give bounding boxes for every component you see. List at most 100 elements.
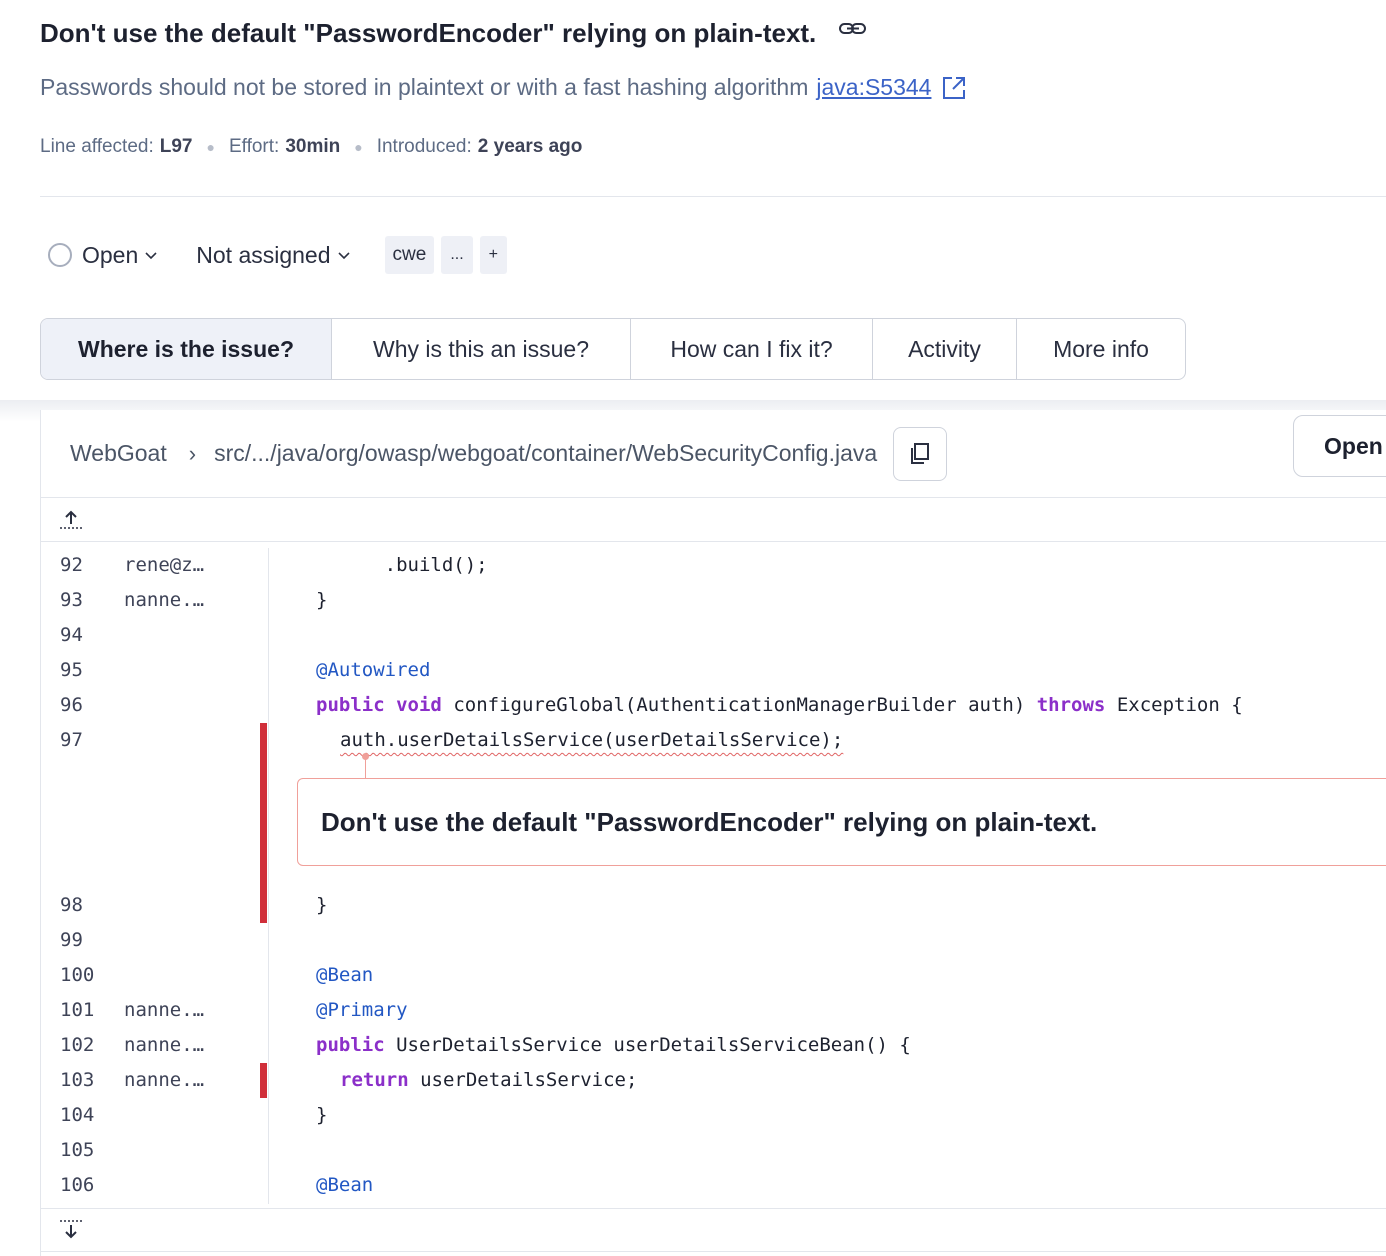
code-line: 94: [41, 618, 1386, 653]
assignee-label: Not assigned: [196, 241, 331, 268]
code-line: 99: [41, 923, 1386, 958]
blame-author[interactable]: nanne.…: [124, 583, 204, 618]
keyword: return: [340, 1069, 409, 1091]
inline-issue-message[interactable]: Don't use the default "PasswordEncoder" …: [297, 778, 1386, 866]
code-text: @Bean: [316, 964, 374, 986]
blame-author[interactable]: nanne.…: [124, 993, 204, 1028]
code-fragment: Exception {: [1116, 694, 1243, 716]
expand-up-icon: [60, 510, 82, 529]
line-number: 92: [60, 554, 83, 576]
tab-why-is-this-an-issue[interactable]: Why is this an issue?: [332, 319, 631, 379]
code-text: }: [316, 589, 328, 611]
code-fragment: UserDetailsService userDetailsServiceBea…: [396, 1034, 911, 1056]
line-number: 94: [60, 624, 83, 646]
project-name[interactable]: WebGoat: [70, 440, 167, 467]
code-line: 96 public void configureGlobal(Authentic…: [41, 688, 1386, 723]
code-fragment: userDetailsService;: [420, 1069, 638, 1091]
introduced-value: 2 years ago: [477, 136, 583, 157]
issue-connector: [365, 756, 366, 778]
code-line: 104 }: [41, 1098, 1386, 1133]
keyword: throws: [1036, 694, 1106, 716]
code-text: }: [316, 1104, 328, 1126]
code-text: @Autowired: [316, 659, 431, 681]
line-affected-value: L97: [159, 136, 193, 157]
status-label: Open: [82, 241, 139, 268]
code-text: auth.userDetailsService(userDetailsServi…: [340, 723, 843, 758]
tab-where-is-the-issue[interactable]: Where is the issue?: [41, 319, 332, 379]
issue-description-text: Passwords should not be stored in plaint…: [40, 74, 809, 100]
open-in-ide-button[interactable]: Open: [1293, 415, 1386, 477]
chevron-right-icon: ›: [188, 440, 197, 466]
secondary-issue-marker: [260, 1063, 267, 1098]
code-text: @Bean: [316, 1174, 374, 1196]
line-number: 105: [60, 1139, 95, 1161]
code-line: 98 }: [41, 888, 1386, 923]
status-row: Open Not assigned cwe ... +: [48, 236, 514, 274]
highlighted-issue-code[interactable]: auth.userDetailsService(userDetailsServi…: [340, 729, 843, 751]
issue-description: Passwords should not be stored in plaint…: [40, 74, 967, 101]
code-line: 95 @Autowired: [41, 653, 1386, 688]
code-fragment: configureGlobal(AuthenticationManagerBui…: [453, 694, 1026, 716]
line-number: 104: [60, 1104, 95, 1126]
code-text: @Primary: [316, 999, 408, 1021]
code-line: 101 nanne.… @Primary: [41, 993, 1386, 1028]
file-path: src/.../java/org/owasp/webgoat/container…: [214, 440, 878, 466]
issue-header: Don't use the default "PasswordEncoder" …: [40, 18, 868, 49]
code-text: .build();: [316, 554, 488, 576]
code-text: }: [316, 894, 328, 916]
line-number: 103: [60, 1069, 95, 1091]
code-viewer: WebGoat › src/.../java/org/owasp/webgoat…: [40, 410, 1386, 1256]
line-affected-label: Line affected:: [40, 136, 154, 157]
code-line: 106 @Bean: [41, 1168, 1386, 1203]
line-number: 100: [60, 964, 95, 986]
assignee-dropdown[interactable]: Not assigned: [196, 242, 350, 269]
copy-path-button[interactable]: [893, 426, 948, 481]
blame-author[interactable]: rene@z…: [124, 548, 204, 583]
status-dropdown[interactable]: Open: [82, 242, 158, 269]
rule-link[interactable]: java:S5344: [816, 74, 931, 101]
expand-up-button[interactable]: [41, 498, 1386, 542]
code-line-issue: 103 nanne.… return userDetailsService;: [41, 1063, 1386, 1098]
keyword: void: [396, 694, 442, 716]
tag-more[interactable]: ...: [441, 236, 473, 274]
line-number: 97: [60, 729, 83, 751]
tab-how-can-i-fix-it[interactable]: How can I fix it?: [631, 319, 873, 379]
effort-value: 30min: [285, 136, 341, 157]
external-link-icon[interactable]: [941, 75, 967, 101]
code-line: 105: [41, 1133, 1386, 1168]
tag-cwe[interactable]: cwe: [384, 236, 435, 274]
meta-separator: ●: [206, 139, 215, 155]
issue-title: Don't use the default "PasswordEncoder" …: [40, 18, 817, 48]
expand-down-icon: [60, 1220, 82, 1239]
blame-author[interactable]: nanne.…: [124, 1028, 204, 1063]
effort-label: Effort:: [228, 136, 280, 157]
add-tag-button[interactable]: +: [479, 236, 507, 274]
copy-icon: [911, 442, 930, 464]
keyword: public: [316, 694, 385, 716]
chevron-down-icon: [337, 252, 350, 260]
blame-author[interactable]: nanne.…: [124, 1063, 204, 1098]
code-line: 100 @Bean: [41, 958, 1386, 993]
tab-activity[interactable]: Activity: [873, 319, 1017, 379]
introduced-label: Introduced:: [376, 136, 472, 157]
breadcrumb: WebGoat › src/.../java/org/owasp/webgoat…: [70, 440, 877, 467]
line-number: 106: [60, 1174, 95, 1196]
code-lines: 92 rene@z… .build(); 93 nanne.… } 94 95 …: [41, 542, 1386, 1208]
line-number: 93: [60, 589, 83, 611]
chevron-down-icon: [145, 252, 157, 260]
code-line: 92 rene@z… .build();: [41, 548, 1386, 583]
tab-more-info[interactable]: More info: [1017, 319, 1185, 379]
code-text: public void configureGlobal(Authenticati…: [316, 688, 1243, 723]
status-radio-icon: [48, 243, 72, 267]
code-line: 102 nanne.… public UserDetailsService us…: [41, 1028, 1386, 1063]
header-divider: [40, 196, 1386, 197]
permalink-icon[interactable]: [838, 20, 868, 40]
code-text: return userDetailsService;: [340, 1063, 637, 1098]
code-line: 93 nanne.… }: [41, 583, 1386, 618]
line-number: 102: [60, 1034, 95, 1056]
line-number: 95: [60, 659, 83, 681]
file-bar: WebGoat › src/.../java/org/owasp/webgoat…: [41, 410, 1386, 498]
keyword: public: [316, 1034, 385, 1056]
issue-tabs: Where is the issue? Why is this an issue…: [40, 318, 1186, 380]
expand-down-button[interactable]: [41, 1208, 1386, 1252]
